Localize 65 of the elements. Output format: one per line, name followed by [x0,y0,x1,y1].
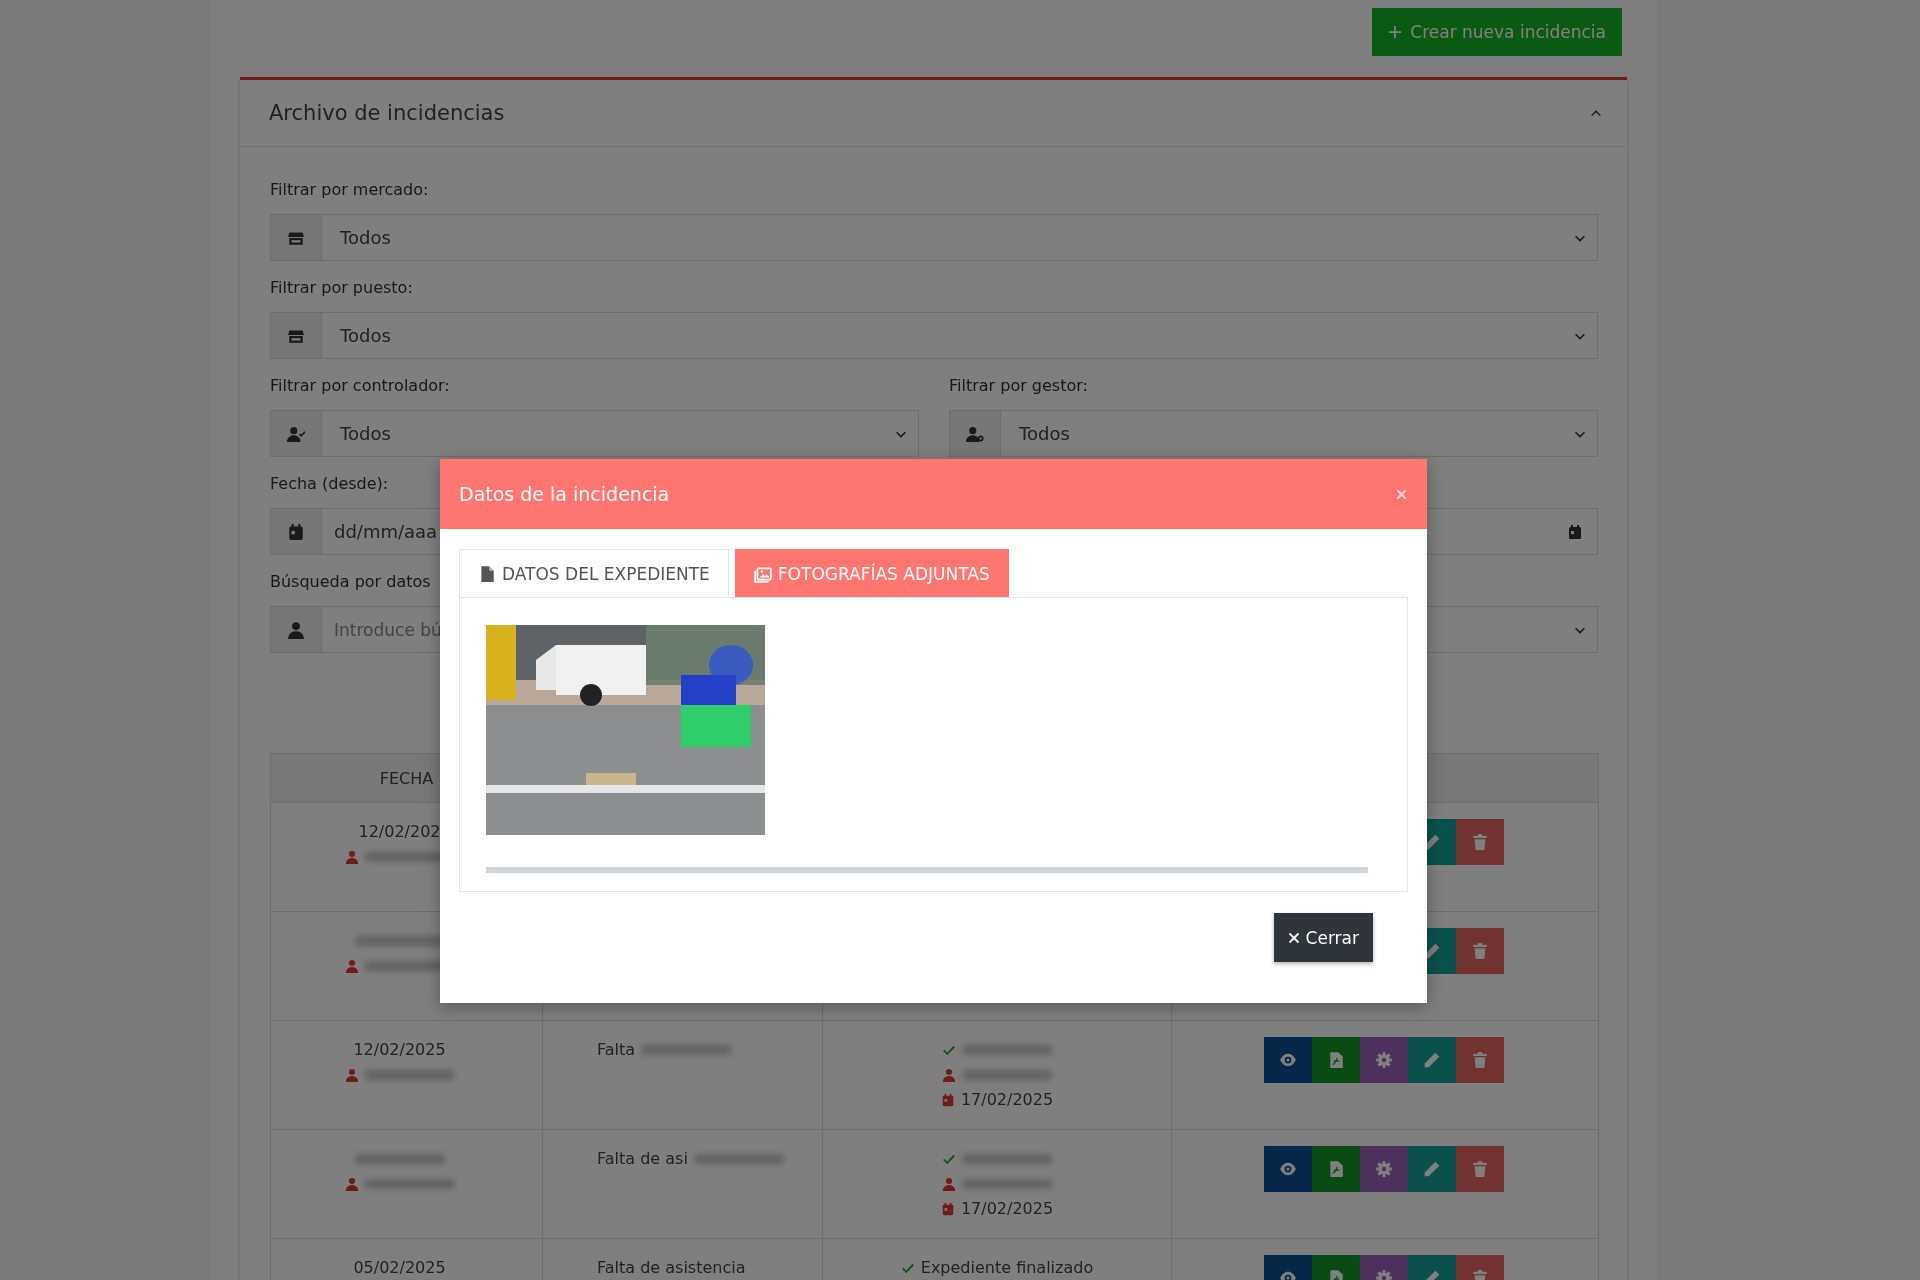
pencil-icon [1423,1051,1441,1069]
close-icon[interactable] [1396,488,1407,500]
filter-label: Búsqueda por datos [270,572,431,592]
column-header: FECHA [379,768,434,788]
filter-select[interactable]: Todos [270,410,919,457]
cell-text: 17/02/2025 [960,1198,1054,1220]
cell-text: 12/02/202 [358,821,441,843]
eye-icon [1279,1051,1297,1069]
pdf-file-icon [1327,1160,1345,1178]
user-icon [344,849,359,864]
scrollbar[interactable] [486,867,1368,873]
filter-select[interactable]: Todos [270,312,1598,359]
trash-icon [1471,1160,1489,1178]
card-title: Archivo de incidencias [269,101,505,125]
user-icon [287,620,305,639]
modal-title: Datos de la incidencia [459,483,670,505]
user-check-icon [287,424,305,443]
pdf-button[interactable] [1312,1037,1360,1083]
settings-button[interactable] [1360,1146,1408,1192]
file-icon [478,564,496,583]
tab[interactable]: FOTOGRAFÍAS ADJUNTAS [734,549,1009,597]
settings-icon [1375,1160,1393,1178]
filter-label: Fecha (desde): [270,474,389,494]
view-button[interactable] [1264,1037,1312,1083]
cell-text: 12/02/2025 [353,1039,446,1061]
filter-label: Filtrar por gestor: [949,376,1088,396]
calendar-icon [287,522,305,541]
plus-icon [1388,25,1403,39]
cell-text: Expediente finalizado [920,1257,1094,1279]
cell-text: 17/02/2025 [960,1089,1054,1111]
delete-button[interactable] [1456,1037,1504,1083]
create-incident-button[interactable]: Crear nueva incidencia [1372,8,1622,56]
filter-label: Filtrar por controlador: [270,376,450,396]
user-icon [344,1067,359,1082]
pencil-icon [1423,1160,1441,1178]
pdf-file-icon [1327,1051,1345,1069]
filter-select[interactable]: Todos [949,410,1598,457]
calendar-icon [940,1201,955,1216]
eye-icon [1279,1160,1297,1178]
user-icon [942,1067,956,1082]
delete-button[interactable] [1456,1146,1504,1192]
tab[interactable]: DATOS DEL EXPEDIENTE [459,549,729,597]
trash-icon [1471,942,1489,960]
user-icon [942,1176,956,1191]
cell-text: Falta de asi [597,1148,688,1170]
images-icon [753,564,772,583]
settings-button[interactable] [1360,1037,1408,1083]
trash-icon [1471,1051,1489,1069]
close-button[interactable]: Cerrar [1273,913,1373,962]
filter-label: Filtrar por puesto: [270,278,413,298]
cell-text: Falta [597,1039,636,1061]
user-icon [344,958,359,973]
view-button[interactable] [1264,1146,1312,1192]
filter-label: Filtrar por mercado: [270,180,429,200]
calendar-icon [940,1092,955,1107]
filter-select[interactable]: Todos [270,214,1598,261]
user-gear-icon [966,424,984,443]
cell-text: Falta de asistencia [597,1257,746,1279]
cell-text: 05/02/2025 [353,1257,446,1279]
settings-icon [1375,1051,1393,1069]
close-icon [1287,931,1300,944]
calendar-icon [1567,523,1583,540]
pdf-button[interactable] [1312,1146,1360,1192]
user-icon [344,1176,359,1191]
trash-icon [1471,833,1489,851]
